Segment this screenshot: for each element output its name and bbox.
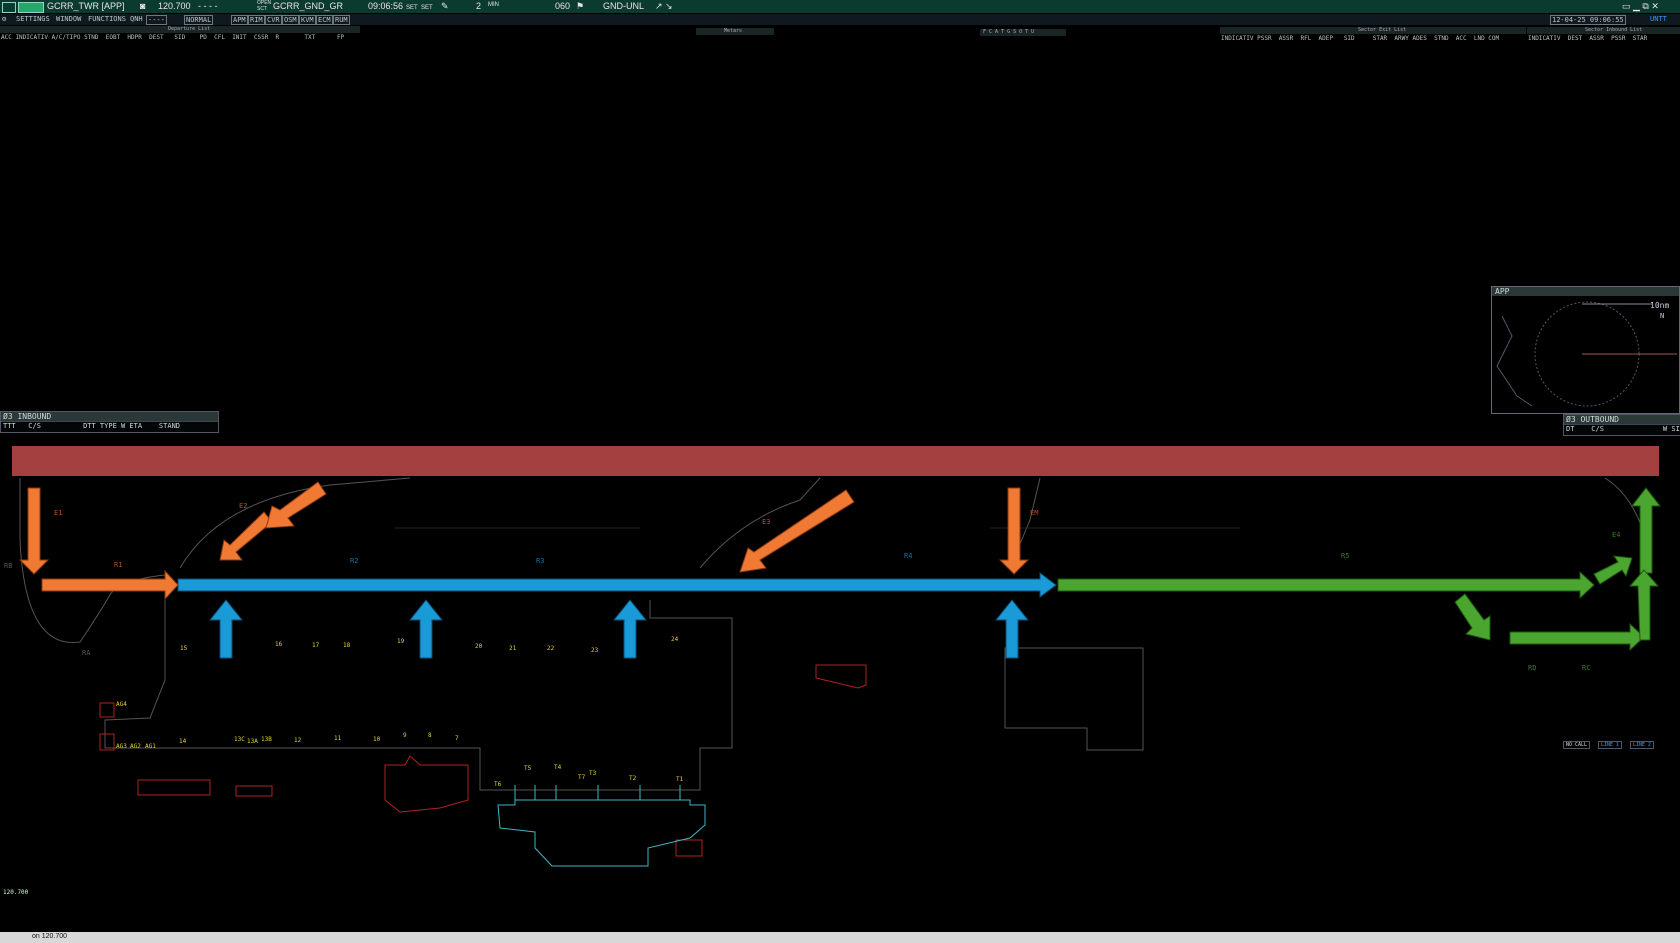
stand-19: 19	[397, 638, 405, 645]
terminal-labels: T6 T5 T4 T7 T3 T2 T1	[494, 764, 684, 788]
label-em: EM	[1030, 509, 1038, 517]
gate-t5: T5	[524, 765, 532, 772]
stand-11: 11	[334, 735, 342, 742]
stand-22: 22	[547, 645, 555, 652]
label-r3: R3	[536, 557, 544, 565]
label-ra: RA	[82, 649, 91, 657]
line-2-button[interactable]: LINE 2	[1630, 741, 1655, 749]
no-call-button[interactable]: NO CALL	[1563, 741, 1591, 749]
stand-ag3: AG3	[116, 743, 127, 750]
taxi-arrows	[177, 572, 1057, 659]
gate-t7: T7	[578, 774, 586, 781]
status-text: on 120.700	[32, 933, 68, 940]
stand-20: 20	[475, 643, 483, 650]
airport-map[interactable]: E1 E2 E3 EM E4 R1 R2 R3 R4 R5 RA RB RC R…	[0, 0, 1680, 943]
label-r2: R2	[350, 557, 358, 565]
gate-t3: T3	[589, 770, 597, 777]
stand-7: 7	[455, 735, 459, 742]
stand-ag2: AG2	[130, 743, 141, 750]
label-r5: R5	[1341, 552, 1349, 560]
stand-17: 17	[312, 642, 320, 649]
runway	[12, 446, 1659, 476]
active-frequency: 120.700	[3, 889, 29, 896]
stand-23: 23	[591, 647, 599, 654]
line-1-button[interactable]: LINE 1	[1598, 741, 1623, 749]
label-rb: RB	[4, 562, 12, 570]
label-rc: RC	[1582, 664, 1590, 672]
status-line[interactable]: on 120.700	[0, 932, 1680, 943]
buildings	[99, 664, 867, 857]
stand-18: 18	[343, 642, 351, 649]
stand-13a: 13A	[247, 738, 258, 745]
label-r4: R4	[904, 552, 912, 560]
stand-12: 12	[294, 737, 302, 744]
label-e3: E3	[762, 518, 770, 526]
stand-10: 10	[373, 736, 381, 743]
stand-16: 16	[275, 641, 283, 648]
label-e4: E4	[1612, 531, 1620, 539]
exit-arrows	[1057, 487, 1662, 652]
stand-8: 8	[428, 732, 432, 739]
stand-ag4: AG4	[116, 701, 127, 708]
stand-24: 24	[671, 636, 679, 643]
stand-13c: 13C	[234, 736, 245, 743]
label-e1: E1	[54, 509, 62, 517]
stand-9: 9	[403, 732, 407, 739]
gate-t1: T1	[676, 776, 684, 783]
stand-14: 14	[179, 738, 187, 745]
stand-15: 15	[180, 645, 188, 652]
label-rd: RD	[1528, 664, 1536, 672]
label-r1: R1	[114, 561, 122, 569]
terminal-building	[497, 785, 706, 867]
label-e2: E2	[239, 502, 247, 510]
gate-t4: T4	[554, 764, 562, 771]
gate-t2: T2	[629, 775, 637, 782]
stand-13b: 13B	[261, 736, 272, 743]
gate-t6: T6	[494, 781, 502, 788]
stand-labels: 15 16 17 18 19 20 21 22 23 24 14 13C 13A…	[116, 636, 679, 750]
stand-ag1: AG1	[145, 743, 156, 750]
stand-21: 21	[509, 645, 517, 652]
